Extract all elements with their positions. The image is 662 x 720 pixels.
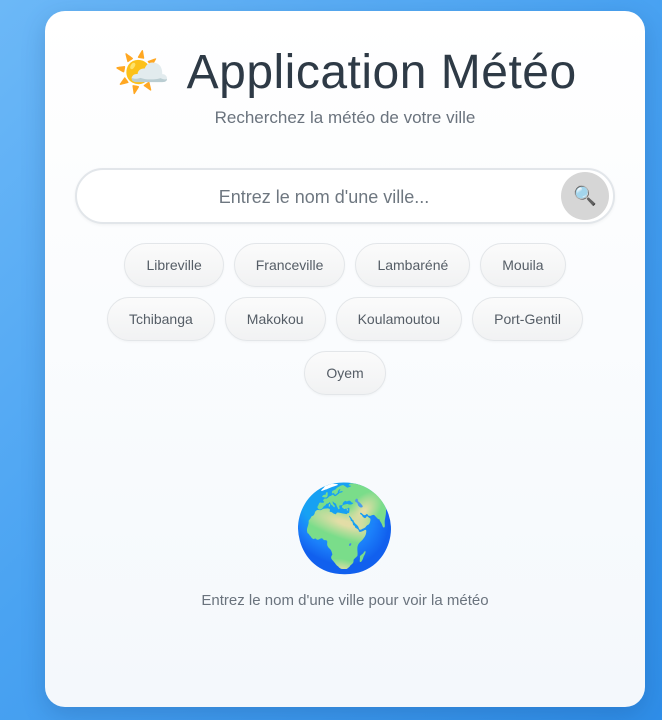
app-header: 🌤️ Application Météo [45,42,645,102]
empty-state: 🌍 Entrez le nom d'une ville pour voir la… [45,486,645,609]
search-bar: 🔍 [75,168,615,224]
city-search-input[interactable] [77,170,571,224]
search-icon: 🔍 [573,186,597,207]
weather-card: 🌤️ Application Météo Recherchez la météo… [45,11,645,707]
page-subtitle: Recherchez la météo de votre ville [214,108,476,127]
sun-behind-cloud-icon: 🌤️ [113,46,171,98]
globe-icon: 🌍 [292,481,398,575]
city-chip-makokou[interactable]: Makokou [224,297,326,341]
city-chip-lambarene[interactable]: Lambaréné [355,243,471,287]
city-chip-koulamoutou[interactable]: Koulamoutou [335,297,463,341]
city-chip-franceville[interactable]: Franceville [233,243,346,287]
search-button[interactable]: 🔍 [561,172,609,220]
city-chip-tchibanga[interactable]: Tchibanga [106,297,215,341]
city-suggestions: Libreville Franceville Lambaréné Mouila … [85,243,605,395]
city-chip-libreville[interactable]: Libreville [124,243,224,287]
city-chip-mouila[interactable]: Mouila [480,243,566,287]
city-chip-port-gentil[interactable]: Port-Gentil [472,297,584,341]
page-title: Application Météo [186,45,577,99]
empty-state-message: Entrez le nom d'une ville pour voir la m… [201,592,489,609]
city-chip-oyem[interactable]: Oyem [304,351,386,395]
